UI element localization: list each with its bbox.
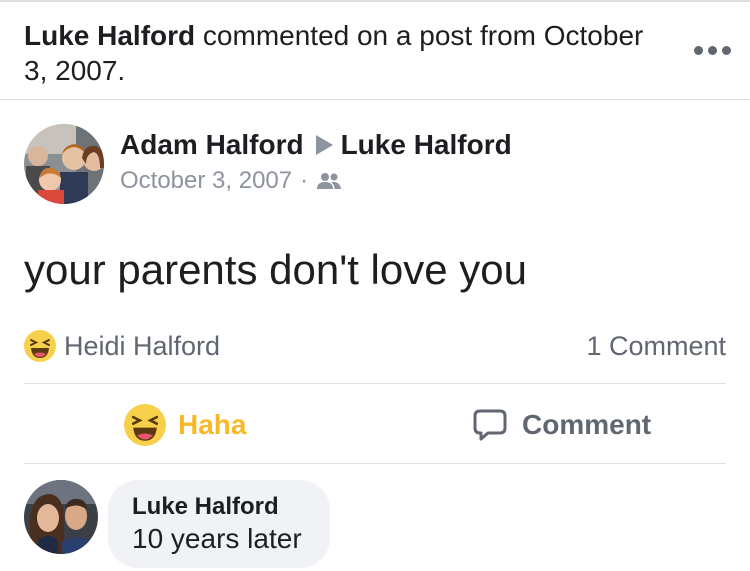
haha-reaction-button[interactable]: Haha — [124, 403, 246, 447]
comment-icon — [473, 409, 507, 441]
post-author-line: Adam Halford Luke Halford — [120, 128, 512, 162]
divider — [24, 463, 726, 464]
reaction-summary[interactable]: Heidi Halford 1 Comment — [24, 326, 726, 366]
comment-label: Comment — [522, 409, 652, 440]
activity-text: Luke Halford commented on a post from Oc… — [24, 18, 674, 88]
friends-icon[interactable] — [316, 171, 342, 191]
more-dot-icon — [721, 45, 731, 55]
comment-button[interactable]: Comment — [472, 405, 651, 445]
post-recipient-link[interactable]: Luke Halford — [341, 128, 512, 162]
comment-bubble: Luke Halford 10 years later — [108, 480, 330, 568]
post-meta: October 3, 2007 · — [120, 166, 342, 196]
post-author-link[interactable]: Adam Halford — [120, 128, 304, 162]
post-body-text: your parents don't love you — [24, 246, 527, 293]
commenter-avatar[interactable] — [24, 480, 98, 554]
family-photo-image — [24, 124, 104, 204]
haha-emoji-icon — [124, 404, 166, 446]
haha-emoji-icon — [24, 330, 56, 362]
meta-separator: · — [300, 167, 309, 194]
haha-label: Haha — [178, 409, 247, 440]
activity-header: Luke Halford commented on a post from Oc… — [0, 0, 750, 100]
comment-count-link[interactable]: 1 Comment — [586, 329, 726, 363]
couple-photo-image — [24, 480, 98, 554]
more-options-button[interactable] — [688, 38, 736, 62]
more-dot-icon — [693, 45, 703, 55]
post-date-link[interactable]: October 3, 2007 — [120, 166, 292, 196]
arrow-right-icon — [315, 135, 333, 155]
post-author-avatar[interactable] — [24, 124, 104, 204]
comment-author-link[interactable]: Luke Halford — [132, 492, 306, 522]
more-dot-icon — [707, 45, 717, 55]
activity-actor-link[interactable]: Luke Halford — [24, 20, 195, 51]
comment-text: 10 years later — [132, 523, 302, 554]
divider — [24, 383, 726, 384]
reactor-name[interactable]: Heidi Halford — [64, 329, 220, 363]
